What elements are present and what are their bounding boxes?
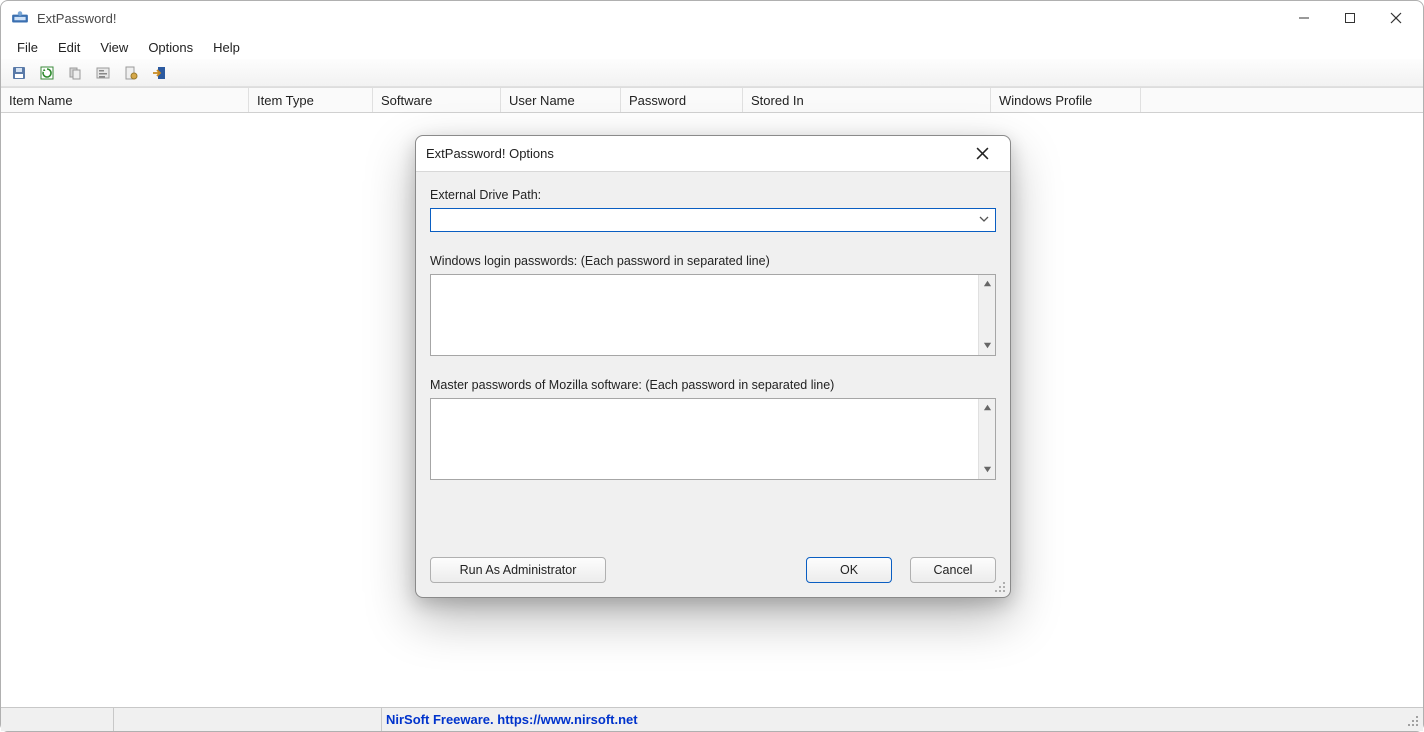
menu-file[interactable]: File	[7, 38, 48, 57]
label-drive-path: External Drive Path:	[430, 188, 996, 202]
ok-button[interactable]: OK	[806, 557, 892, 583]
copy-icon[interactable]	[63, 62, 87, 84]
windows-login-passwords-wrap	[430, 274, 996, 356]
exit-icon[interactable]	[147, 62, 171, 84]
dialog-close-button[interactable]	[964, 138, 1000, 170]
status-section-1	[1, 708, 114, 731]
scroll-up-icon	[983, 277, 992, 291]
windows-login-passwords-field[interactable]	[431, 275, 978, 355]
label-win-login: Windows login passwords: (Each password …	[430, 254, 996, 268]
label-mozilla: Master passwords of Mozilla software: (E…	[430, 378, 996, 392]
col-software[interactable]: Software	[373, 88, 501, 112]
dialog-title: ExtPassword! Options	[426, 146, 554, 161]
menu-view[interactable]: View	[90, 38, 138, 57]
col-item-type[interactable]: Item Type	[249, 88, 373, 112]
app-icon	[11, 9, 29, 27]
status-section-2	[114, 708, 382, 731]
dialog-title-bar: ExtPassword! Options	[416, 136, 1010, 172]
scroll-down-icon	[983, 463, 992, 477]
main-window: ExtPassword! File Edit View Options Help…	[0, 0, 1424, 732]
close-button[interactable]	[1373, 3, 1419, 33]
cancel-button[interactable]: Cancel	[910, 557, 996, 583]
col-user-name[interactable]: User Name	[501, 88, 621, 112]
col-item-name[interactable]: Item Name	[1, 88, 249, 112]
maximize-button[interactable]	[1327, 3, 1373, 33]
save-icon[interactable]	[7, 62, 31, 84]
external-drive-path-combo[interactable]	[430, 208, 996, 232]
properties-icon[interactable]	[91, 62, 115, 84]
menu-help[interactable]: Help	[203, 38, 250, 57]
scroll-down-icon	[983, 339, 992, 353]
status-link[interactable]: NirSoft Freeware. https://www.nirsoft.ne…	[382, 712, 638, 727]
toolbar	[1, 59, 1423, 87]
scrollbar[interactable]	[978, 399, 995, 479]
mozilla-master-passwords-wrap	[430, 398, 996, 480]
refresh-icon[interactable]	[35, 62, 59, 84]
size-grip-icon[interactable]	[1406, 714, 1420, 728]
status-bar: NirSoft Freeware. https://www.nirsoft.ne…	[1, 707, 1423, 731]
mozilla-master-passwords-field[interactable]	[431, 399, 978, 479]
dialog-button-row: Run As Administrator OK Cancel	[416, 557, 1010, 597]
col-stored-in[interactable]: Stored In	[743, 88, 991, 112]
dialog-size-grip-icon[interactable]	[993, 580, 1007, 594]
col-windows-profile[interactable]: Windows Profile	[991, 88, 1141, 112]
menu-edit[interactable]: Edit	[48, 38, 90, 57]
scroll-up-icon	[983, 401, 992, 415]
dialog-body: External Drive Path: Windows login passw…	[416, 172, 1010, 557]
title-bar: ExtPassword!	[1, 1, 1423, 35]
scrollbar[interactable]	[978, 275, 995, 355]
col-password[interactable]: Password	[621, 88, 743, 112]
table-header: Item Name Item Type Software User Name P…	[1, 87, 1423, 113]
window-title: ExtPassword!	[37, 11, 116, 26]
menu-bar: File Edit View Options Help	[1, 35, 1423, 59]
menu-options[interactable]: Options	[138, 38, 203, 57]
options-icon[interactable]	[119, 62, 143, 84]
options-dialog: ExtPassword! Options External Drive Path…	[415, 135, 1011, 598]
minimize-button[interactable]	[1281, 3, 1327, 33]
chevron-down-icon	[979, 213, 989, 227]
run-as-administrator-button[interactable]: Run As Administrator	[430, 557, 606, 583]
